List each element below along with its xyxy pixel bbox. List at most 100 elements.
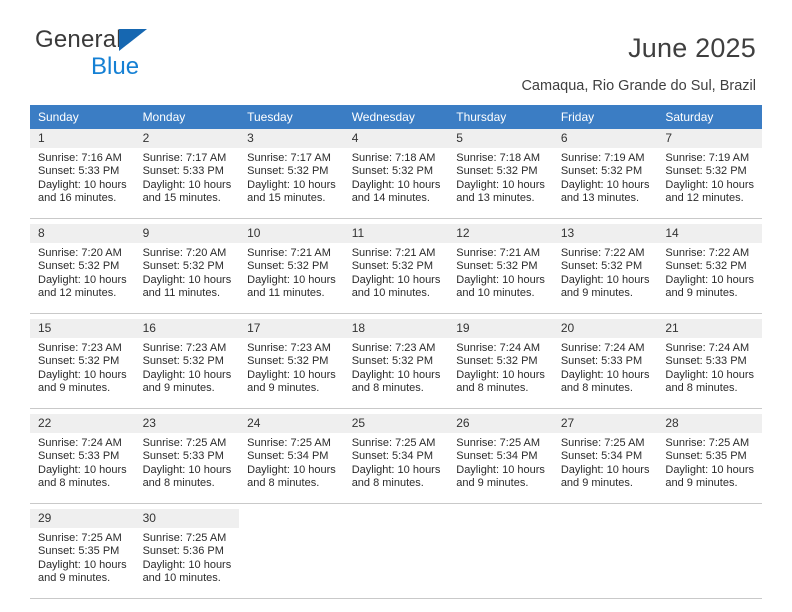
calendar-day-cell[interactable]: 6 Sunrise: 7:19 AM Sunset: 5:32 PM Daylight…: [552, 129, 658, 218]
logo-text-blue: Blue: [91, 53, 140, 80]
day-number: 18: [343, 319, 449, 338]
calendar-body: 1 Sunrise: 7:16 AM Sunset: 5:33 PM Daylight…: [30, 129, 762, 598]
calendar-day-cell[interactable]: 22 Sunrise: 7:24 AM Sunset: 5:33 PM Dayligh…: [30, 414, 135, 503]
calendar-day-cell[interactable]: 20 Sunrise: 7:24 AM Sunset: 5:33 PM Dayligh…: [552, 319, 658, 408]
calendar-day-cell[interactable]: 16 Sunrise: 7:23 AM Sunset: 5:32 PM Dayligh…: [134, 319, 240, 408]
daylight-text-line2: and 8 minutes.: [38, 477, 111, 490]
day-number: 1: [30, 129, 135, 148]
calendar-day-cell[interactable]: 7 Sunrise: 7:19 AM Sunset: 5:32 PM Daylight…: [657, 129, 762, 218]
calendar-table: Sunday Monday Tuesday Wednesday Thursday…: [30, 105, 762, 599]
calendar-day-cell[interactable]: 23 Sunrise: 7:25 AM Sunset: 5:33 PM Dayligh…: [134, 414, 240, 503]
sunrise-text: Sunrise: 7:20 AM: [142, 247, 227, 259]
calendar-day-cell[interactable]: 8 Sunrise: 7:20 AM Sunset: 5:32 PM Daylight…: [30, 224, 135, 313]
daylight-text-line2: and 9 minutes.: [560, 287, 633, 300]
calendar-day-cell[interactable]: 2 Sunrise: 7:17 AM Sunset: 5:33 PM Daylight…: [134, 129, 240, 218]
day-sun-info: Sunrise: 7:25 AM Sunset: 5:34 PM Daylight:…: [344, 433, 449, 491]
sunrise-text: Sunrise: 7:21 AM: [247, 247, 331, 259]
weekday-header-friday: Friday: [552, 105, 658, 129]
calendar-grid: Sunday Monday Tuesday Wednesday Thursday…: [30, 105, 762, 599]
calendar-day-cell[interactable]: 10 Sunrise: 7:21 AM Sunset: 5:32 PM Dayligh…: [239, 224, 344, 313]
calendar-day-cell[interactable]: 17 Sunrise: 7:23 AM Sunset: 5:32 PM Dayligh…: [239, 319, 344, 408]
calendar-week-row: 1 Sunrise: 7:16 AM Sunset: 5:33 PM Daylight…: [30, 129, 762, 218]
day-number: 7: [657, 129, 762, 148]
calendar-day-cell[interactable]: 18 Sunrise: 7:23 AM Sunset: 5:32 PM Dayligh…: [343, 319, 449, 408]
calendar-day-cell[interactable]: 13 Sunrise: 7:22 AM Sunset: 5:32 PM Dayligh…: [552, 224, 658, 313]
sunrise-text: Sunrise: 7:23 AM: [351, 342, 436, 354]
day-number: 24: [239, 414, 344, 433]
day-sun-info: Sunrise: 7:16 AM Sunset: 5:33 PM Daylight:…: [30, 148, 135, 206]
day-sun-info: Sunrise: 7:24 AM Sunset: 5:32 PM Daylight:…: [448, 338, 553, 396]
calendar-day-cell[interactable]: 25 Sunrise: 7:25 AM Sunset: 5:34 PM Dayligh…: [343, 414, 449, 503]
calendar-day-cell[interactable]: 11 Sunrise: 7:21 AM Sunset: 5:32 PM Dayligh…: [343, 224, 449, 313]
sunrise-text: Sunrise: 7:25 AM: [456, 437, 541, 449]
sunset-text: Sunset: 5:32 PM: [456, 355, 538, 368]
page-title: June 2025: [628, 33, 756, 63]
calendar-day-cell[interactable]: 15 Sunrise: 7:23 AM Sunset: 5:32 PM Dayligh…: [30, 319, 135, 408]
sunrise-text: Sunrise: 7:21 AM: [351, 247, 436, 259]
day-number: 30: [134, 509, 240, 528]
calendar-day-cell[interactable]: 14 Sunrise: 7:22 AM Sunset: 5:32 PM Dayligh…: [657, 224, 762, 313]
sunset-text: Sunset: 5:32 PM: [38, 260, 120, 273]
sunset-text: Sunset: 5:34 PM: [456, 450, 538, 463]
day-sun-info: Sunrise: 7:17 AM Sunset: 5:33 PM Daylight:…: [135, 148, 240, 206]
sunset-text: Sunset: 5:33 PM: [560, 355, 643, 368]
calendar-empty-cell: [239, 509, 344, 598]
sunrise-text: Sunrise: 7:25 AM: [142, 532, 227, 544]
calendar-day-cell[interactable]: 27 Sunrise: 7:25 AM Sunset: 5:34 PM Dayligh…: [552, 414, 658, 503]
sunrise-text: Sunrise: 7:16 AM: [38, 152, 122, 164]
sunrise-text: Sunrise: 7:22 AM: [665, 247, 750, 259]
weekday-header-row: Sunday Monday Tuesday Wednesday Thursday…: [30, 105, 762, 129]
day-number: 21: [657, 319, 762, 338]
daylight-text-line1: Daylight: 10 hours: [38, 178, 127, 191]
calendar-day-cell[interactable]: 21 Sunrise: 7:24 AM Sunset: 5:33 PM Dayligh…: [657, 319, 762, 408]
day-number: 22: [30, 414, 135, 433]
daylight-text-line1: Daylight: 10 hours: [247, 273, 336, 286]
day-sun-info: Sunrise: 7:22 AM Sunset: 5:32 PM Daylight:…: [553, 243, 658, 301]
calendar-day-cell[interactable]: 19 Sunrise: 7:24 AM Sunset: 5:32 PM Dayligh…: [448, 319, 553, 408]
calendar-day-cell[interactable]: 1 Sunrise: 7:16 AM Sunset: 5:33 PM Daylight…: [30, 129, 135, 218]
day-number: 29: [30, 509, 135, 528]
sunset-text: Sunset: 5:34 PM: [247, 450, 329, 463]
calendar-empty-cell: [657, 509, 762, 598]
day-number: 20: [552, 319, 658, 338]
sunrise-text: Sunrise: 7:23 AM: [38, 342, 122, 354]
daylight-text-line2: and 12 minutes.: [665, 192, 744, 205]
daylight-text-line1: Daylight: 10 hours: [456, 368, 545, 381]
daylight-text-line2: and 9 minutes.: [38, 572, 111, 585]
daylight-text-line1: Daylight: 10 hours: [247, 463, 336, 476]
sunrise-text: Sunrise: 7:25 AM: [247, 437, 331, 449]
calendar-day-cell[interactable]: 4 Sunrise: 7:18 AM Sunset: 5:32 PM Daylight…: [343, 129, 449, 218]
calendar-day-cell[interactable]: 24 Sunrise: 7:25 AM Sunset: 5:34 PM Dayligh…: [239, 414, 344, 503]
calendar-day-cell[interactable]: 12 Sunrise: 7:21 AM Sunset: 5:32 PM Dayligh…: [448, 224, 553, 313]
sunset-text: Sunset: 5:32 PM: [142, 260, 224, 273]
sunset-text: Sunset: 5:32 PM: [560, 260, 643, 273]
sunset-text: Sunset: 5:32 PM: [247, 260, 329, 273]
sunrise-text: Sunrise: 7:25 AM: [142, 437, 227, 449]
daylight-text-line1: Daylight: 10 hours: [38, 558, 127, 571]
daylight-text-line2: and 12 minutes.: [38, 287, 117, 300]
daylight-text-line2: and 15 minutes.: [142, 192, 221, 205]
calendar-day-cell[interactable]: 5 Sunrise: 7:18 AM Sunset: 5:32 PM Daylight…: [448, 129, 553, 218]
calendar-day-cell[interactable]: 3 Sunrise: 7:17 AM Sunset: 5:32 PM Daylight…: [239, 129, 344, 218]
daylight-text-line2: and 10 minutes.: [142, 572, 221, 585]
sunrise-text: Sunrise: 7:18 AM: [456, 152, 541, 164]
sunset-text: Sunset: 5:32 PM: [247, 165, 329, 178]
daylight-text-line2: and 10 minutes.: [351, 287, 430, 300]
daylight-text-line2: and 8 minutes.: [247, 477, 320, 490]
sunset-text: Sunset: 5:35 PM: [665, 450, 747, 463]
daylight-text-line1: Daylight: 10 hours: [142, 178, 232, 191]
calendar-day-cell[interactable]: 28 Sunrise: 7:25 AM Sunset: 5:35 PM Dayligh…: [657, 414, 762, 503]
calendar-week-row: 15 Sunrise: 7:23 AM Sunset: 5:32 PM Dayligh…: [30, 319, 762, 408]
sunrise-text: Sunrise: 7:25 AM: [560, 437, 645, 449]
calendar-head: Sunday Monday Tuesday Wednesday Thursday…: [30, 105, 762, 129]
day-number: 12: [448, 224, 553, 243]
daylight-text-line1: Daylight: 10 hours: [351, 368, 441, 381]
calendar-day-cell[interactable]: 26 Sunrise: 7:25 AM Sunset: 5:34 PM Dayligh…: [448, 414, 553, 503]
calendar-day-cell[interactable]: 30 Sunrise: 7:25 AM Sunset: 5:36 PM Dayligh…: [134, 509, 240, 598]
sunset-text: Sunset: 5:35 PM: [38, 545, 120, 558]
calendar-day-cell[interactable]: 29 Sunrise: 7:25 AM Sunset: 5:35 PM Dayligh…: [30, 509, 135, 598]
daylight-text-line1: Daylight: 10 hours: [665, 368, 755, 381]
generalblue-logo[interactable]: General Blue: [35, 28, 245, 80]
sunrise-text: Sunrise: 7:23 AM: [142, 342, 227, 354]
calendar-day-cell[interactable]: 9 Sunrise: 7:20 AM Sunset: 5:32 PM Daylight…: [134, 224, 240, 313]
